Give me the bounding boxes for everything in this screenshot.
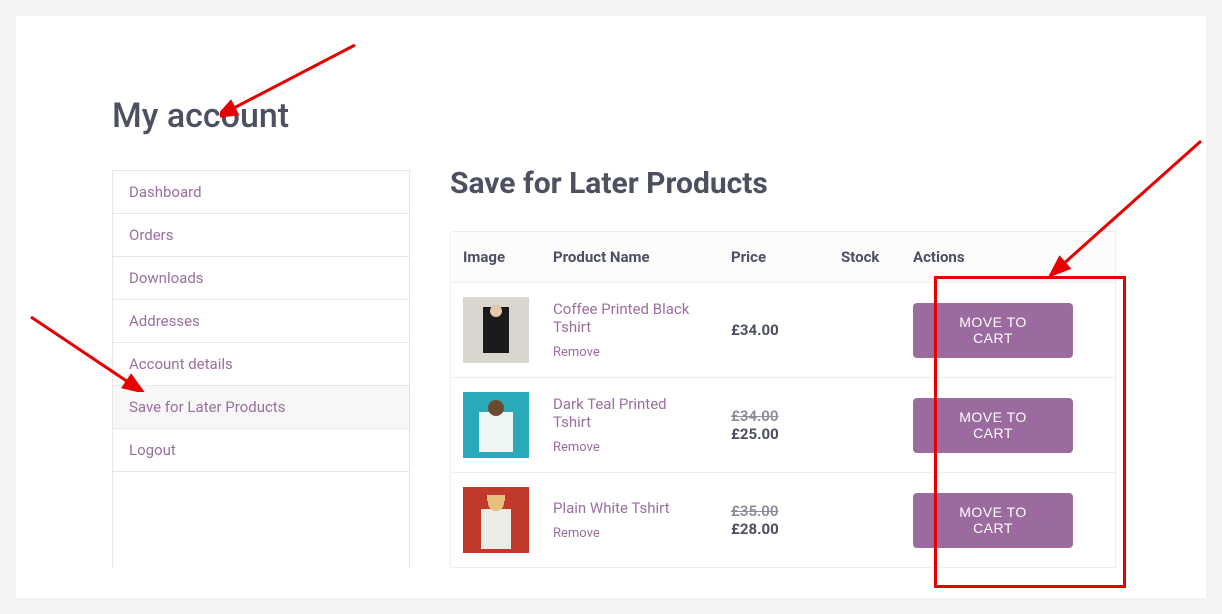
cell-image	[451, 378, 542, 473]
move-to-cart-button[interactable]: MOVE TO CART	[913, 303, 1073, 358]
cell-product: Coffee Printed Black Tshirt Remove	[541, 283, 719, 378]
sidebar-item-logout[interactable]: Logout	[113, 429, 409, 472]
table-row: Dark Teal Printed Tshirt Remove £34.00 £…	[451, 378, 1116, 473]
cell-price: £34.00	[719, 283, 829, 378]
price-current: £28.00	[731, 520, 817, 538]
product-name-link[interactable]: Coffee Printed Black Tshirt	[553, 300, 707, 336]
button-line2: CART	[973, 520, 1013, 536]
cell-product: Plain White Tshirt Remove	[541, 473, 719, 568]
sidebar-item-addresses[interactable]: Addresses	[113, 300, 409, 343]
button-line2: CART	[973, 425, 1013, 441]
button-line2: CART	[973, 330, 1013, 346]
account-sidebar: Dashboard Orders Downloads Addresses Acc…	[112, 170, 410, 568]
cell-price: £35.00 £28.00	[719, 473, 829, 568]
col-header-stock: Stock	[829, 232, 901, 283]
cell-product: Dark Teal Printed Tshirt Remove	[541, 378, 719, 473]
remove-link[interactable]: Remove	[553, 526, 600, 541]
cell-price: £34.00 £25.00	[719, 378, 829, 473]
cell-stock	[829, 378, 901, 473]
sidebar-item-save-for-later[interactable]: Save for Later Products	[113, 386, 409, 429]
col-header-actions: Actions	[901, 232, 1116, 283]
cell-stock	[829, 283, 901, 378]
price-old: £34.00	[731, 407, 817, 425]
section-title: Save for Later Products	[450, 166, 1116, 201]
col-header-image: Image	[451, 232, 542, 283]
sidebar-item-downloads[interactable]: Downloads	[113, 257, 409, 300]
sidebar-item-label: Account details	[129, 355, 233, 373]
page-card: My account Dashboard Orders Downloads Ad…	[16, 16, 1206, 598]
price-old: £35.00	[731, 502, 817, 520]
cell-actions: MOVE TO CART	[901, 283, 1116, 378]
sidebar-item-account-details[interactable]: Account details	[113, 343, 409, 386]
product-thumb	[463, 392, 529, 458]
cell-stock	[829, 473, 901, 568]
move-to-cart-button[interactable]: MOVE TO CART	[913, 493, 1073, 548]
product-thumb	[463, 487, 529, 553]
sidebar-item-label: Orders	[129, 226, 174, 244]
table-row: Coffee Printed Black Tshirt Remove £34.0…	[451, 283, 1116, 378]
sidebar-item-label: Logout	[129, 441, 176, 459]
layout: Dashboard Orders Downloads Addresses Acc…	[112, 170, 1116, 568]
sidebar-item-label: Dashboard	[129, 183, 202, 201]
table-row: Plain White Tshirt Remove £35.00 £28.00 …	[451, 473, 1116, 568]
button-line1: MOVE TO	[959, 314, 1027, 330]
sidebar-item-dashboard[interactable]: Dashboard	[113, 171, 409, 214]
product-thumb	[463, 297, 529, 363]
page-title: My account	[112, 96, 1116, 136]
col-header-product-name: Product Name	[541, 232, 719, 283]
product-name-link[interactable]: Plain White Tshirt	[553, 499, 707, 517]
button-line1: MOVE TO	[959, 504, 1027, 520]
sidebar-item-orders[interactable]: Orders	[113, 214, 409, 257]
main-content: Save for Later Products Image Product Na…	[450, 170, 1116, 568]
move-to-cart-button[interactable]: MOVE TO CART	[913, 398, 1073, 453]
saved-products-table: Image Product Name Price Stock Actions	[450, 231, 1116, 568]
table-header-row: Image Product Name Price Stock Actions	[451, 232, 1116, 283]
cell-actions: MOVE TO CART	[901, 473, 1116, 568]
cell-image	[451, 283, 542, 378]
price-current: £34.00	[731, 321, 817, 339]
cell-actions: MOVE TO CART	[901, 378, 1116, 473]
remove-link[interactable]: Remove	[553, 345, 600, 360]
product-name-link[interactable]: Dark Teal Printed Tshirt	[553, 395, 707, 431]
remove-link[interactable]: Remove	[553, 440, 600, 455]
sidebar-item-label: Save for Later Products	[129, 398, 285, 416]
button-line1: MOVE TO	[959, 409, 1027, 425]
sidebar-item-label: Addresses	[129, 312, 200, 330]
sidebar-item-label: Downloads	[129, 269, 204, 287]
col-header-price: Price	[719, 232, 829, 283]
cell-image	[451, 473, 542, 568]
price-current: £25.00	[731, 425, 817, 443]
